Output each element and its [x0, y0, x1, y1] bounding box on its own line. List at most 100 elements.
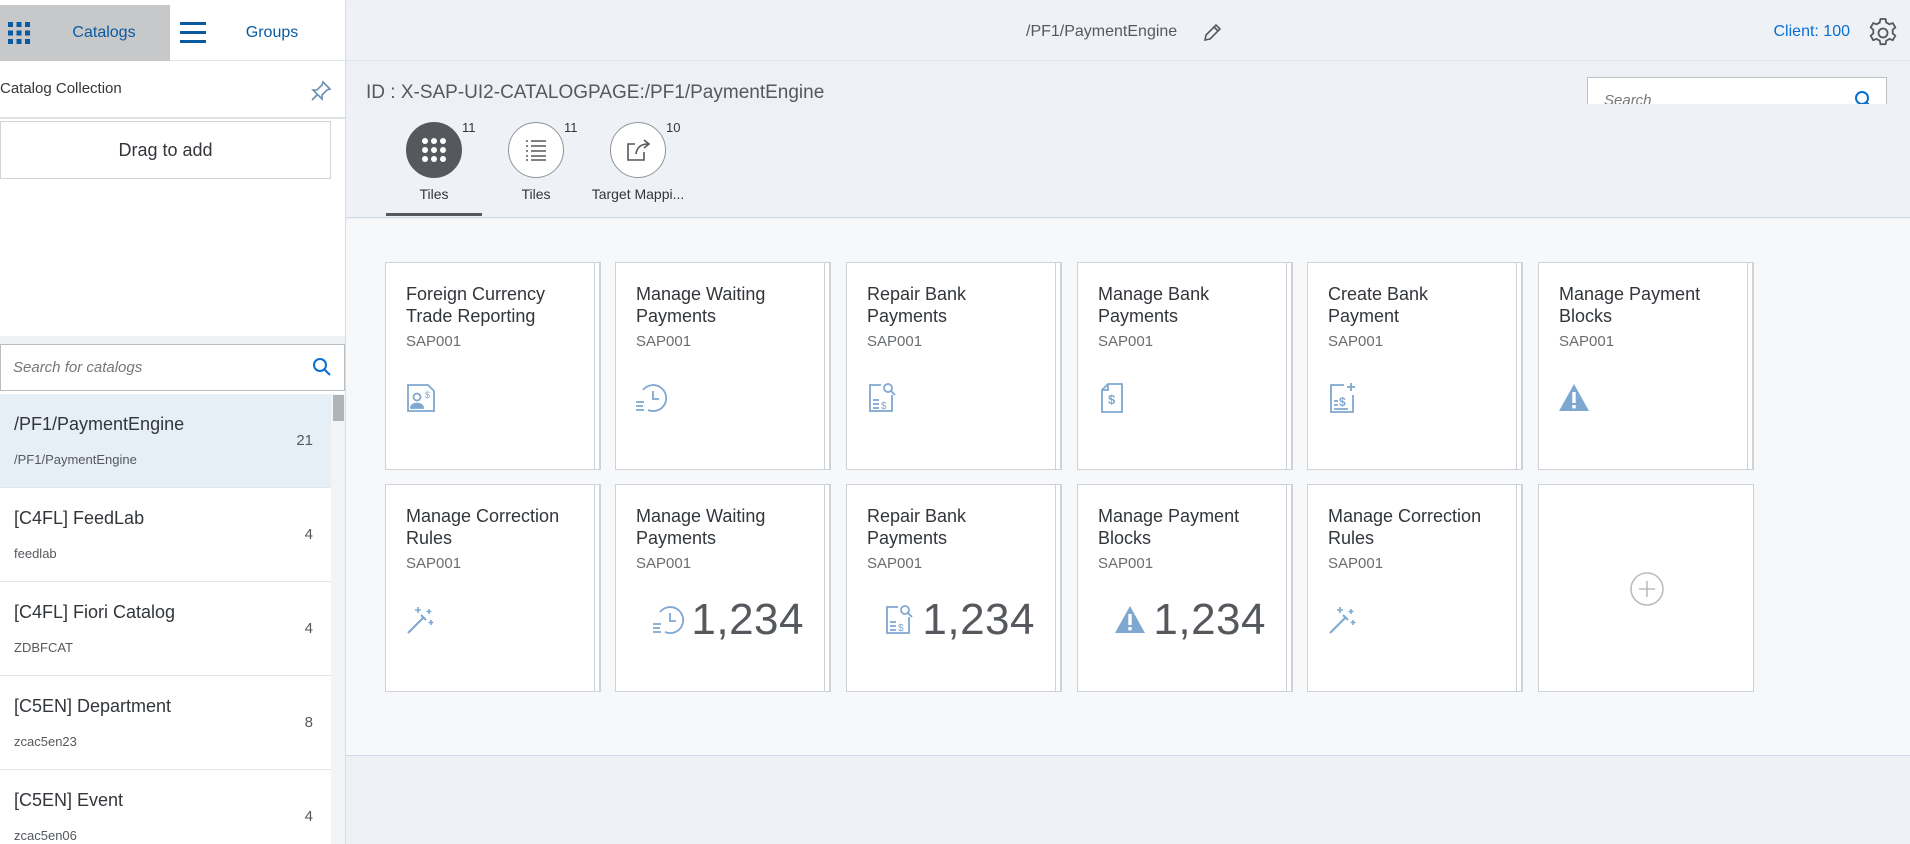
tile-subtitle: SAP001 [1098, 555, 1154, 572]
tile[interactable]: Manage Payment Blocks SAP001 1,234 [1077, 484, 1287, 692]
catalog-search-input[interactable] [11, 345, 301, 390]
svg-text:$: $ [1108, 392, 1116, 407]
catalog-list: /PF1/PaymentEngine /PF1/PaymentEngine 21… [0, 394, 331, 844]
tile-subtitle: SAP001 [1328, 333, 1384, 350]
kpi-display: 1,234 [1113, 595, 1266, 645]
tile-title: Repair Bank Payments [867, 506, 967, 548]
client-label[interactable]: Client: 100 [1774, 23, 1851, 41]
warning-icon [1559, 384, 1589, 411]
tab-count: 11 [462, 120, 476, 135]
apps-button[interactable] [0, 5, 38, 61]
search-icon[interactable] [312, 357, 332, 377]
catalog-list-item[interactable]: [C4FL] Fiori Catalog ZDBFCAT 4 [0, 582, 331, 676]
tile[interactable]: Foreign Currency Trade Reporting SAP001 … [385, 262, 595, 470]
svg-text:$: $ [898, 623, 904, 634]
gear-icon[interactable] [1866, 16, 1900, 50]
tile-subtitle: SAP001 [636, 333, 692, 350]
catalog-list-item[interactable]: [C5EN] Event zcac5en06 4 [0, 770, 331, 844]
tab-groups[interactable]: Groups [230, 5, 314, 61]
list-icon [526, 140, 546, 161]
scrollbar-track[interactable] [331, 394, 345, 844]
catalog-name: [C4FL] Fiori Catalog [14, 602, 176, 622]
tile-subtitle: SAP001 [1328, 555, 1384, 572]
drag-to-add-dropzone[interactable]: Drag to add [0, 121, 331, 179]
tile[interactable]: Manage Payment Blocks SAP001 [1538, 262, 1748, 470]
kpi-value: 1,234 [922, 595, 1035, 644]
tab-target-mappings[interactable]: 10 Target Mappi... [590, 104, 686, 216]
catalog-name: [C4FL] FeedLab [14, 508, 145, 528]
document-add-dollar-icon: $ [1330, 383, 1355, 413]
document-search-icon: $ [869, 383, 896, 412]
pin-icon [311, 80, 332, 101]
tab-tiles-list[interactable]: 11 Tiles [488, 104, 584, 216]
catalog-sidebar: Catalogs Groups Catalog Collection Drag … [0, 0, 346, 844]
catalog-id: zcac5en06 [14, 828, 77, 843]
tile-title: Manage Waiting Payments [636, 506, 766, 548]
tile-title: Manage Waiting Payments [636, 284, 766, 326]
tab-label: Tiles [419, 186, 449, 202]
grid-icon [8, 22, 30, 44]
tile-title: Manage Correction Rules [1328, 506, 1482, 548]
svg-text:$: $ [1339, 395, 1346, 409]
tab-label: Target Mappi... [591, 186, 685, 202]
history-icon [653, 606, 685, 634]
tile[interactable]: Repair Bank Payments SAP001 $ [846, 262, 1056, 470]
active-tab-indicator [386, 213, 482, 216]
catalog-count: 4 [304, 620, 313, 637]
add-tile-button[interactable] [1538, 484, 1754, 692]
tab-count: 11 [564, 120, 578, 135]
tab-tiles[interactable]: 11 Tiles [386, 104, 482, 216]
add-icon [1630, 572, 1664, 606]
catalog-id: ZDBFCAT [14, 640, 73, 655]
document-search-icon: $ [886, 605, 914, 634]
tile[interactable]: Manage Correction Rules SAP001 [385, 484, 595, 692]
catalog-name: /PF1/PaymentEngine [14, 414, 185, 434]
tile[interactable]: Repair Bank Payments SAP001 $ 1,234 [846, 484, 1056, 692]
tile-title: Manage Bank Payments [1098, 284, 1210, 326]
pin-button[interactable] [306, 76, 336, 106]
tile[interactable]: Manage Waiting Payments SAP001 [615, 262, 825, 470]
tab-count: 10 [666, 120, 681, 135]
document-person-icon: $ [407, 384, 435, 412]
menu-button[interactable] [170, 5, 216, 61]
scrollbar-thumb[interactable] [333, 395, 344, 421]
kpi-value: 1,234 [691, 595, 804, 644]
tile[interactable]: Create Bank Payment SAP001 $ [1307, 262, 1517, 470]
catalog-list-item[interactable]: [C5EN] Department zcac5en23 8 [0, 676, 331, 770]
share-icon [627, 139, 651, 161]
tab-icon-circle [508, 122, 564, 178]
kpi-value: 1,234 [1153, 595, 1266, 644]
tile-subtitle: SAP001 [867, 555, 923, 572]
catalog-count: 8 [304, 714, 313, 731]
tile[interactable]: Manage Waiting Payments SAP001 1,234 [615, 484, 825, 692]
history-icon [636, 384, 668, 412]
tile[interactable]: Manage Bank Payments SAP001 $ [1077, 262, 1287, 470]
hamburger-icon [180, 22, 206, 43]
tile-subtitle: SAP001 [406, 555, 462, 572]
tile-subtitle: SAP001 [406, 333, 462, 350]
catalog-count: 4 [304, 526, 313, 543]
tab-catalogs[interactable]: Catalogs [38, 5, 170, 61]
tile-subtitle: SAP001 [636, 555, 692, 572]
tile-title: Manage Payment Blocks [1098, 506, 1240, 548]
grid-icon [422, 138, 446, 162]
warning-icon [1115, 606, 1146, 633]
catalog-id: feedlab [14, 546, 57, 561]
tile-title: Repair Bank Payments [867, 284, 967, 326]
catalog-list-item[interactable]: /PF1/PaymentEngine /PF1/PaymentEngine 21 [0, 394, 331, 488]
divider [0, 117, 345, 119]
kpi-display: 1,234 [651, 595, 804, 645]
tile[interactable]: Manage Correction Rules SAP001 [1307, 484, 1517, 692]
catalog-search [0, 344, 345, 391]
sidebar-topbar: Catalogs Groups [0, 5, 345, 61]
shell-header: /PF1/PaymentEngine Client: 100 [346, 5, 1910, 61]
tab-icon-circle [610, 122, 666, 178]
tab-label: Tiles [521, 186, 551, 202]
tile-title: Manage Payment Blocks [1559, 284, 1701, 326]
catalog-list-item[interactable]: [C4FL] FeedLab feedlab 4 [0, 488, 331, 582]
tile-subtitle: SAP001 [867, 333, 923, 350]
tile-subtitle: SAP001 [1098, 333, 1154, 350]
tile-title: Foreign Currency Trade Reporting [406, 284, 546, 326]
pencil-icon[interactable] [1200, 21, 1224, 45]
catalog-collection-title: Catalog Collection [0, 80, 122, 97]
